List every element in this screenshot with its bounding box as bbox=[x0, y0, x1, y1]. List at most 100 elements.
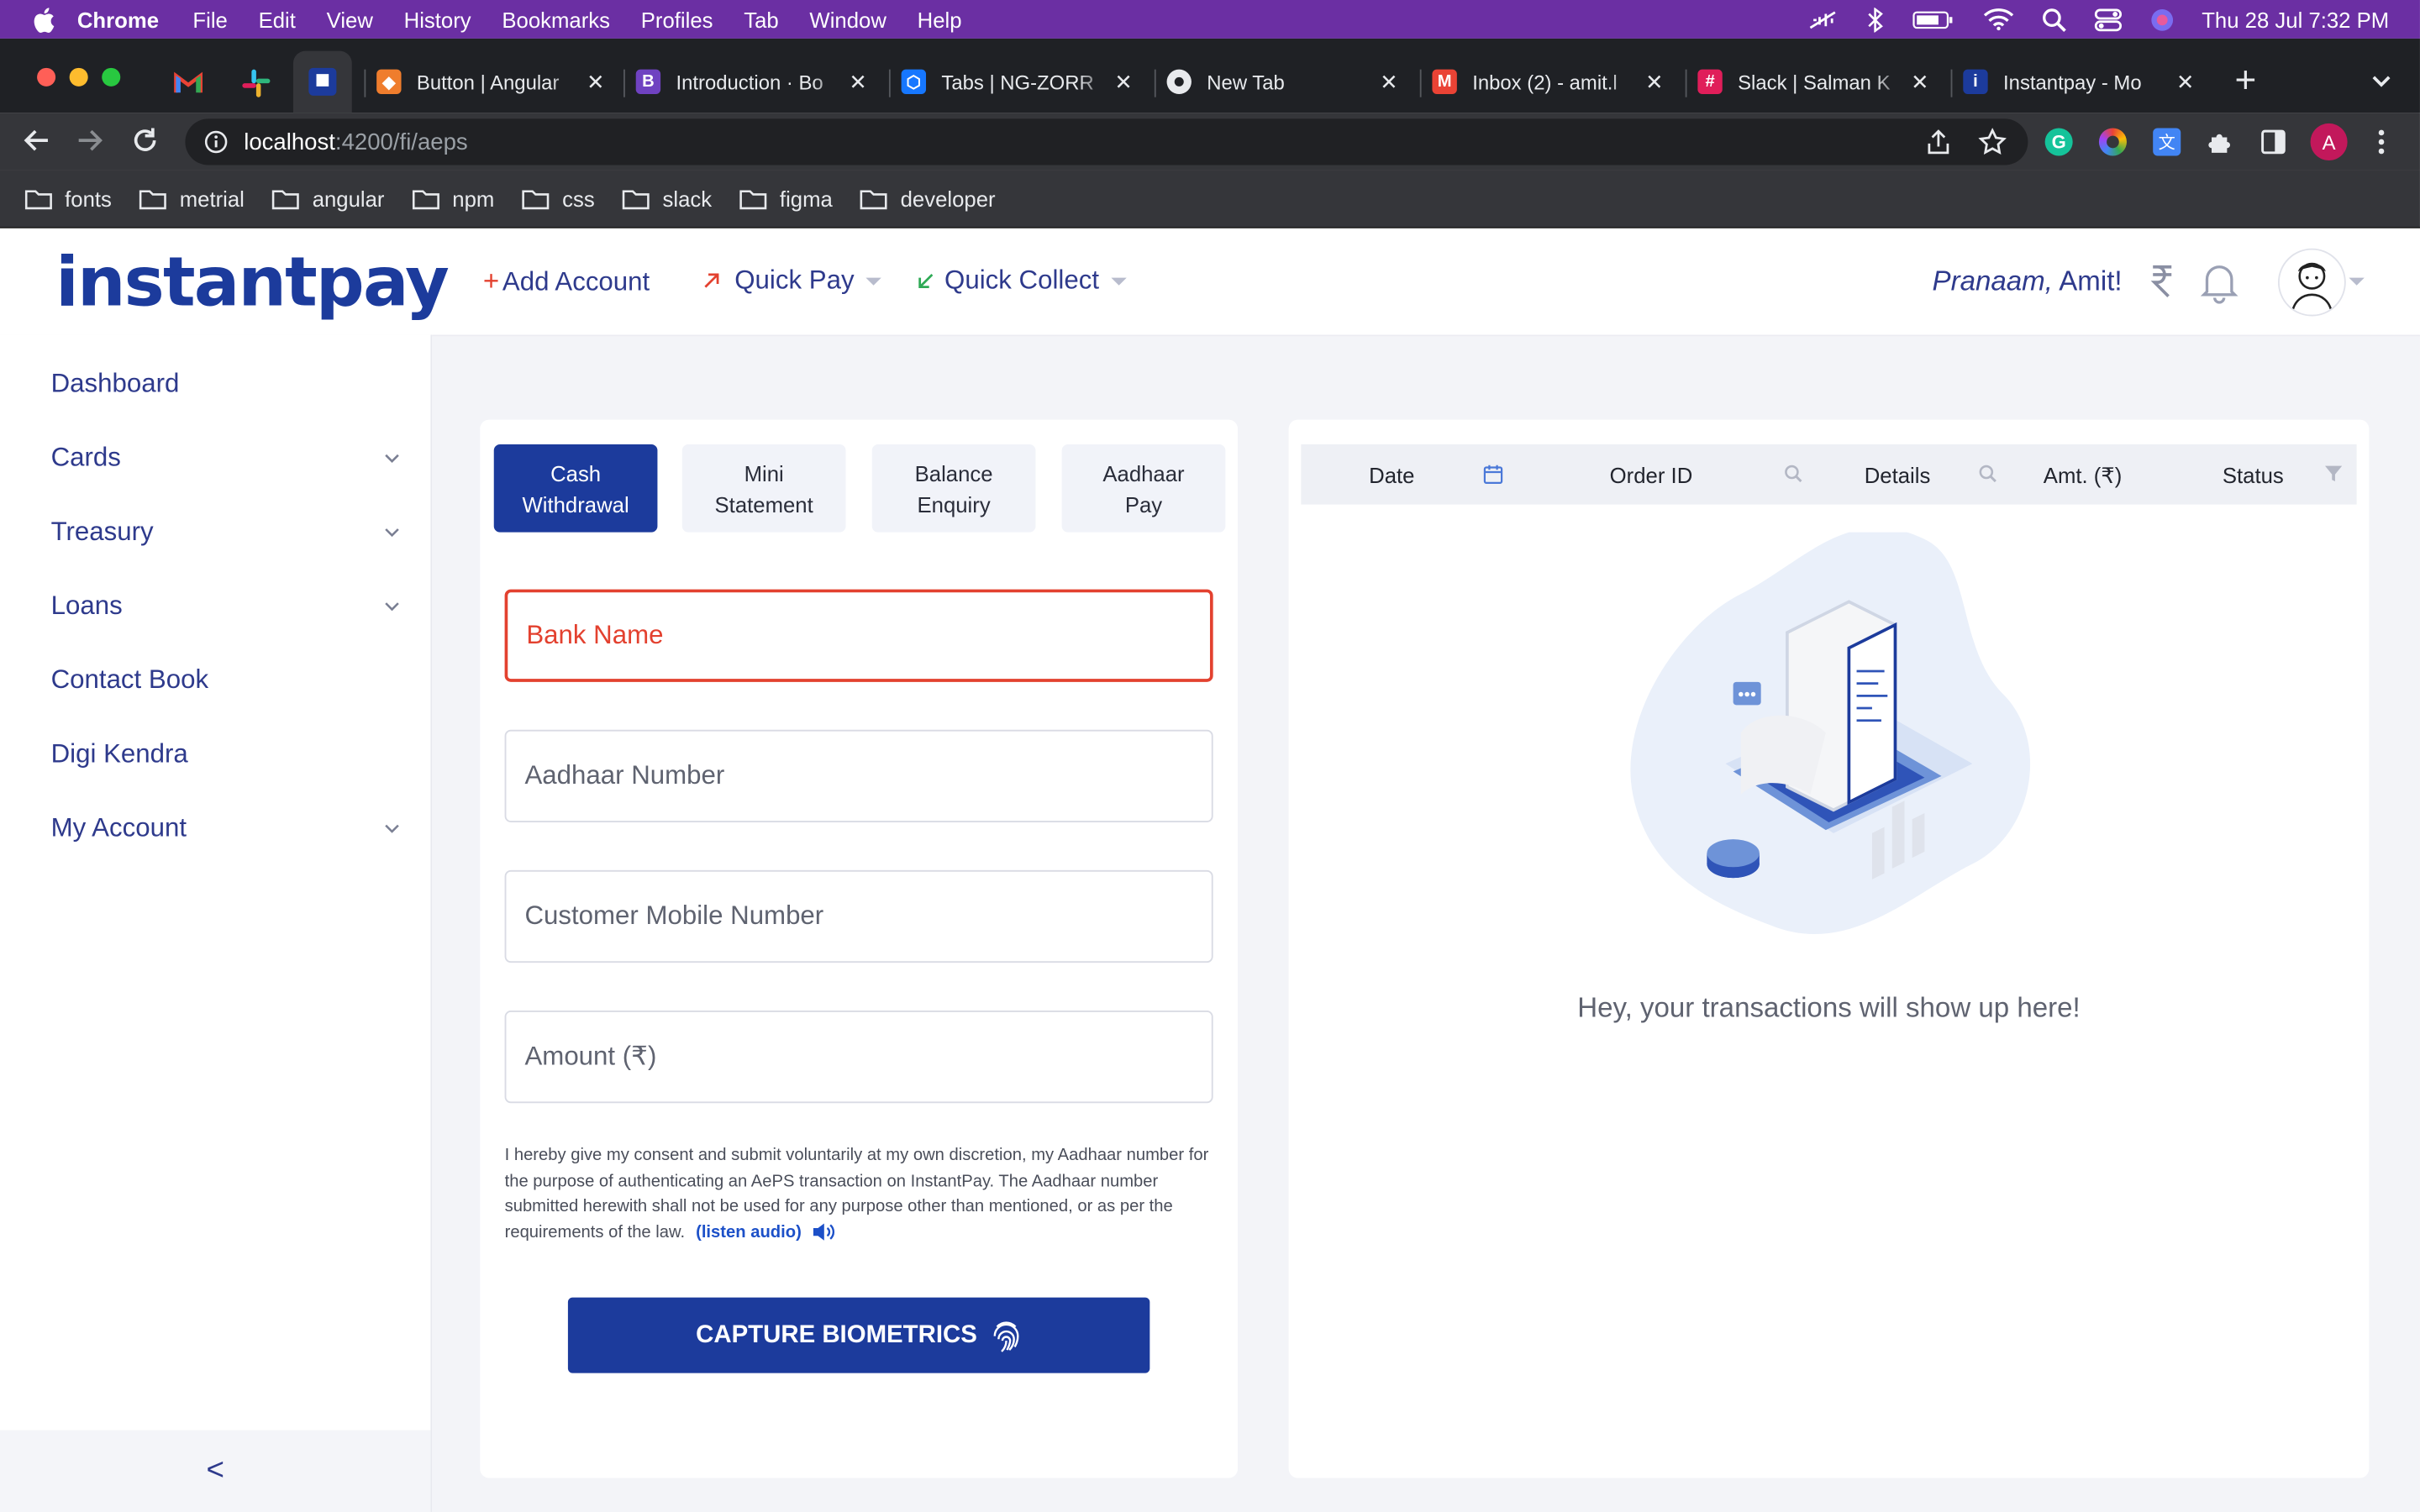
sidebar-item-cards[interactable]: Cards bbox=[51, 443, 400, 474]
quick-pay-dropdown[interactable]: Quick Pay bbox=[702, 265, 882, 297]
spotlight-search-icon[interactable] bbox=[2041, 7, 2066, 32]
extensions-puzzle-icon[interactable] bbox=[2207, 128, 2234, 155]
browser-tab-angular[interactable]: ◆ Button | Angular ✕ bbox=[364, 51, 617, 113]
tab-aadhaar-pay[interactable]: Aadhaar Pay bbox=[1061, 444, 1226, 533]
share-icon[interactable] bbox=[1926, 129, 1950, 155]
menu-window[interactable]: Window bbox=[809, 7, 886, 31]
translate-extension-icon[interactable]: 文 bbox=[2153, 128, 2181, 156]
search-icon[interactable] bbox=[1979, 465, 1997, 483]
address-bar[interactable]: localhost:4200/fi/aeps bbox=[185, 118, 2028, 165]
sidebar-item-contact-book[interactable]: Contact Book bbox=[51, 665, 400, 696]
back-arrow-icon[interactable] bbox=[22, 128, 50, 152]
customer-mobile-input[interactable] bbox=[524, 900, 1212, 932]
capture-biometrics-button[interactable]: CAPTURE BIOMETRICS bbox=[567, 1297, 1150, 1373]
quick-collect-dropdown[interactable]: Quick Collect bbox=[917, 265, 1128, 297]
browser-menu-kebab-icon[interactable] bbox=[2377, 128, 2386, 155]
add-account-link[interactable]: + Add Account bbox=[483, 265, 650, 298]
menu-profiles[interactable]: Profiles bbox=[641, 7, 713, 31]
column-header-details[interactable]: Details bbox=[1865, 463, 1931, 487]
battery-icon[interactable] bbox=[1912, 8, 1954, 30]
instantpay-logo[interactable]: instantpay bbox=[55, 244, 450, 323]
color-picker-extension-icon[interactable] bbox=[2098, 128, 2127, 156]
side-panel-icon[interactable] bbox=[2261, 129, 2286, 155]
tab-close-icon[interactable]: ✕ bbox=[1642, 69, 1666, 95]
sidebar-item-dashboard[interactable]: Dashboard bbox=[51, 369, 400, 400]
sidebar-item-my-account[interactable]: My Account bbox=[51, 813, 400, 844]
aadhaar-number-input[interactable] bbox=[524, 760, 1212, 792]
site-info-icon[interactable] bbox=[203, 129, 228, 154]
tab-close-icon[interactable]: ✕ bbox=[1111, 69, 1135, 95]
bookmark-star-icon[interactable] bbox=[1978, 128, 2007, 155]
tab-balance-enquiry[interactable]: Balance Enquiry bbox=[871, 444, 1036, 533]
pinned-tab-instantpay[interactable] bbox=[292, 50, 352, 113]
customer-mobile-field[interactable] bbox=[504, 869, 1213, 963]
pinned-tab-gmail[interactable] bbox=[171, 66, 205, 100]
apple-icon[interactable] bbox=[31, 5, 55, 33]
bookmark-folder-slack[interactable]: slack bbox=[623, 186, 712, 211]
browser-tab-new-tab[interactable]: New Tab ✕ bbox=[1154, 51, 1411, 113]
sidebar-item-digi-kendra[interactable]: Digi Kendra bbox=[51, 739, 400, 770]
window-zoom-button[interactable] bbox=[102, 67, 121, 87]
column-header-order-id[interactable]: Order ID bbox=[1610, 463, 1693, 487]
mic-mute-icon[interactable] bbox=[1807, 8, 1838, 30]
window-minimize-button[interactable] bbox=[69, 67, 88, 87]
bank-name-field[interactable] bbox=[504, 589, 1213, 682]
reload-icon[interactable] bbox=[131, 127, 159, 155]
menu-view[interactable]: View bbox=[327, 7, 373, 31]
amount-field[interactable] bbox=[504, 1011, 1213, 1104]
tab-close-icon[interactable]: ✕ bbox=[846, 69, 871, 95]
tab-close-icon[interactable]: ✕ bbox=[1907, 69, 1932, 95]
search-icon[interactable] bbox=[1784, 465, 1802, 483]
sidebar-item-treasury[interactable]: Treasury bbox=[51, 517, 400, 548]
column-header-status[interactable]: Status bbox=[2223, 463, 2284, 487]
speaker-icon[interactable] bbox=[813, 1222, 837, 1242]
listen-audio-link[interactable]: (listen audio) bbox=[696, 1223, 802, 1242]
menu-file[interactable]: File bbox=[192, 7, 227, 31]
tab-close-icon[interactable]: ✕ bbox=[1376, 69, 1401, 95]
window-close-button[interactable] bbox=[37, 67, 56, 87]
sidebar-collapse-button[interactable]: < bbox=[0, 1430, 431, 1512]
grammarly-extension-icon[interactable]: G bbox=[2044, 128, 2073, 156]
sidebar-item-loans[interactable]: Loans bbox=[51, 591, 400, 622]
menu-edit[interactable]: Edit bbox=[259, 7, 296, 31]
menu-tab[interactable]: Tab bbox=[744, 7, 778, 31]
column-header-date[interactable]: Date bbox=[1369, 463, 1414, 487]
profile-avatar[interactable]: A bbox=[2310, 123, 2348, 161]
menu-help[interactable]: Help bbox=[918, 7, 962, 31]
menu-history[interactable]: History bbox=[404, 7, 471, 31]
tab-close-icon[interactable]: ✕ bbox=[2173, 69, 2197, 95]
bookmark-folder-metrial[interactable]: metrial bbox=[139, 186, 245, 211]
filter-icon[interactable] bbox=[2324, 465, 2343, 483]
user-menu-chevron-icon[interactable] bbox=[2349, 277, 2365, 286]
bookmark-folder-css[interactable]: css bbox=[522, 186, 595, 211]
calendar-icon[interactable] bbox=[1483, 465, 1503, 485]
bookmark-folder-figma[interactable]: figma bbox=[739, 186, 833, 211]
tab-close-icon[interactable]: ✕ bbox=[583, 69, 608, 95]
bookmark-folder-fonts[interactable]: fonts bbox=[24, 186, 112, 211]
bluetooth-icon[interactable] bbox=[1865, 7, 1884, 32]
forward-arrow-icon[interactable] bbox=[77, 128, 105, 152]
browser-tab-ngzorro[interactable]: ⬡ Tabs | NG-ZORR ✕ bbox=[888, 51, 1145, 113]
tab-cash-withdrawal[interactable]: Cash Withdrawal bbox=[493, 444, 658, 533]
browser-tab-instantpay[interactable]: i Instantpay - Mo ✕ bbox=[1950, 51, 2207, 113]
amount-input[interactable] bbox=[524, 1041, 1212, 1073]
new-tab-plus-icon[interactable]: + bbox=[2235, 60, 2257, 103]
bookmark-folder-developer[interactable]: developer bbox=[860, 186, 996, 211]
browser-tab-slack[interactable]: # Slack | Salman K ✕ bbox=[1685, 51, 1942, 113]
notification-bell-icon[interactable] bbox=[2199, 260, 2239, 304]
control-center-icon[interactable] bbox=[2094, 7, 2122, 31]
pinned-tab-slack[interactable] bbox=[239, 66, 273, 100]
column-header-amount[interactable]: Amt. (₹) bbox=[2044, 463, 2122, 489]
bookmark-folder-angular[interactable]: angular bbox=[272, 186, 384, 211]
menu-bookmarks[interactable]: Bookmarks bbox=[502, 7, 610, 31]
tab-mini-statement[interactable]: Mini Statement bbox=[681, 444, 846, 533]
rupee-wallet-icon[interactable] bbox=[2150, 262, 2175, 299]
user-avatar[interactable] bbox=[2277, 248, 2346, 317]
wifi-icon[interactable] bbox=[1982, 8, 2013, 31]
siri-icon[interactable] bbox=[2149, 7, 2174, 31]
bank-name-input[interactable] bbox=[526, 620, 1210, 652]
menu-app-name[interactable]: Chrome bbox=[77, 7, 159, 31]
browser-tab-bootstrap[interactable]: B Introduction · Bo ✕ bbox=[623, 51, 880, 113]
tab-search-chevron-icon[interactable] bbox=[2370, 74, 2392, 89]
aadhaar-number-field[interactable] bbox=[504, 729, 1213, 822]
